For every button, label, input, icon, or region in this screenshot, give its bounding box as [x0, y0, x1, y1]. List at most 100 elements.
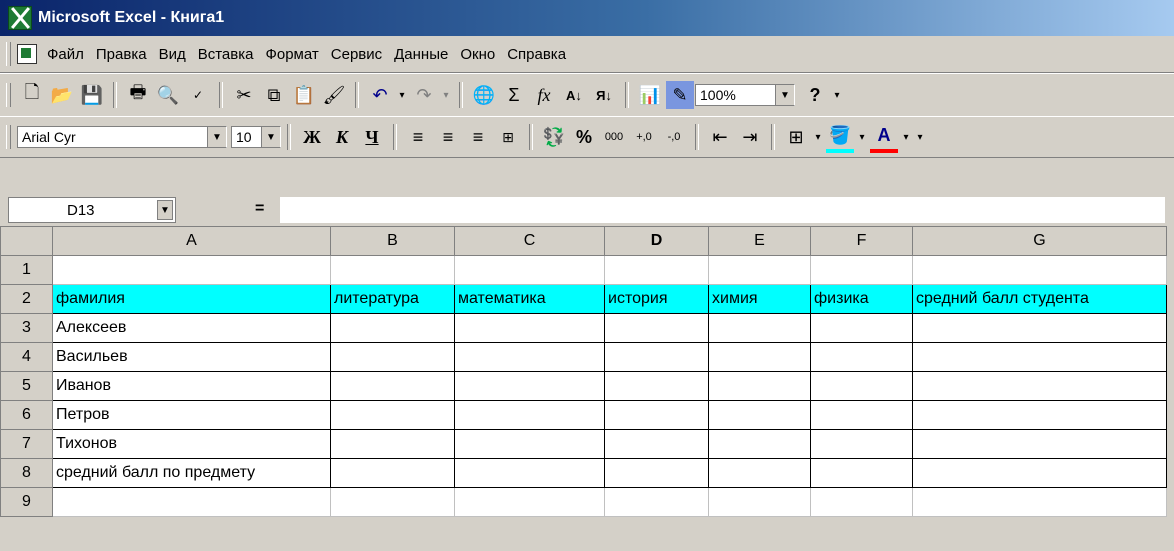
menu-handle[interactable] [6, 42, 11, 66]
cell-f7[interactable] [810, 429, 913, 459]
menu-data[interactable]: Данные [394, 46, 448, 63]
cell-c9[interactable] [454, 487, 605, 517]
menu-view[interactable]: Вид [159, 46, 186, 63]
cell-a9[interactable] [52, 487, 331, 517]
decrease-decimal-icon[interactable]: -,0 [660, 123, 688, 151]
row-header[interactable]: 6 [0, 400, 53, 430]
workbook-icon[interactable] [17, 44, 37, 64]
toolbar-handle[interactable] [6, 83, 11, 107]
italic-icon[interactable]: К [328, 123, 356, 151]
column-header-c[interactable]: C [454, 226, 605, 256]
menu-format[interactable]: Формат [265, 46, 318, 63]
name-box[interactable]: D13 ▼ [8, 197, 176, 223]
increase-indent-icon[interactable]: ⇥ [736, 123, 764, 151]
spelling-icon[interactable]: ✓ [184, 81, 212, 109]
cell-a1[interactable] [52, 255, 331, 285]
help-icon[interactable]: ? [801, 81, 829, 109]
fill-color-dropdown-icon[interactable]: ▾ [856, 123, 868, 151]
row-header[interactable]: 1 [0, 255, 53, 285]
cell-d5[interactable] [604, 371, 709, 401]
cell-b5[interactable] [330, 371, 455, 401]
cell-d6[interactable] [604, 400, 709, 430]
cell-d8[interactable] [604, 458, 709, 488]
column-header-e[interactable]: E [708, 226, 811, 256]
cell-b9[interactable] [330, 487, 455, 517]
cell-c3[interactable] [454, 313, 605, 343]
cell-c1[interactable] [454, 255, 605, 285]
cell-f3[interactable] [810, 313, 913, 343]
cut-icon[interactable]: ✂ [230, 81, 258, 109]
column-header-f[interactable]: F [810, 226, 913, 256]
column-header-b[interactable]: B [330, 226, 455, 256]
select-all-corner[interactable] [0, 226, 53, 256]
toolbar-options-icon[interactable]: ▾ [831, 81, 843, 109]
cell-g3[interactable] [912, 313, 1167, 343]
cell-g6[interactable] [912, 400, 1167, 430]
new-document-icon[interactable]: 🗋 [18, 81, 46, 109]
row-header[interactable]: 9 [0, 487, 53, 517]
cell-c2[interactable]: математика [454, 284, 605, 314]
cell-d4[interactable] [604, 342, 709, 372]
menu-insert[interactable]: Вставка [198, 46, 254, 63]
row-header[interactable]: 8 [0, 458, 53, 488]
cell-e6[interactable] [708, 400, 811, 430]
cell-g1[interactable] [912, 255, 1167, 285]
save-icon[interactable]: 💾 [78, 81, 106, 109]
chart-wizard-icon[interactable]: 📊 [636, 81, 664, 109]
align-left-icon[interactable]: ≡ [404, 123, 432, 151]
borders-icon[interactable]: ⊞ [782, 123, 810, 151]
cell-e9[interactable] [708, 487, 811, 517]
zoom-dropdown-icon[interactable]: ▼ [775, 85, 794, 105]
formula-input[interactable] [280, 197, 1165, 223]
menu-file[interactable]: Файл [47, 46, 84, 63]
print-icon[interactable]: 🖶 [124, 81, 152, 109]
cell-f9[interactable] [810, 487, 913, 517]
cell-a7[interactable]: Тихонов [52, 429, 331, 459]
copy-icon[interactable]: ⧉ [260, 81, 288, 109]
cell-f2[interactable]: физика [810, 284, 913, 314]
merge-center-icon[interactable]: ⊞ [494, 123, 522, 151]
drawing-icon[interactable]: ✎ [666, 81, 694, 109]
menu-edit[interactable]: Правка [96, 46, 147, 63]
format-painter-icon[interactable]: 🖌 [320, 81, 348, 109]
align-center-icon[interactable]: ≡ [434, 123, 462, 151]
column-header-g[interactable]: G [912, 226, 1167, 256]
zoom-combo[interactable]: 100% ▼ [695, 84, 795, 106]
column-header-d[interactable]: D [604, 226, 709, 256]
borders-dropdown-icon[interactable]: ▾ [812, 123, 824, 151]
cell-b2[interactable]: литература [330, 284, 455, 314]
cell-e2[interactable]: химия [708, 284, 811, 314]
cell-a6[interactable]: Петров [52, 400, 331, 430]
align-right-icon[interactable]: ≡ [464, 123, 492, 151]
cell-f4[interactable] [810, 342, 913, 372]
cell-g4[interactable] [912, 342, 1167, 372]
redo-icon[interactable]: ↷ [410, 81, 438, 109]
font-size-dropdown-icon[interactable]: ▼ [261, 127, 280, 147]
cell-c6[interactable] [454, 400, 605, 430]
cell-b7[interactable] [330, 429, 455, 459]
cell-a2[interactable]: фамилия [52, 284, 331, 314]
cell-c4[interactable] [454, 342, 605, 372]
cell-f8[interactable] [810, 458, 913, 488]
cell-a5[interactable]: Иванов [52, 371, 331, 401]
fill-color-icon[interactable]: 🪣 [826, 121, 854, 153]
toolbar-handle[interactable] [6, 125, 11, 149]
row-header[interactable]: 4 [0, 342, 53, 372]
cell-d2[interactable]: история [604, 284, 709, 314]
menu-window[interactable]: Окно [460, 46, 495, 63]
font-color-icon[interactable]: A [870, 121, 898, 153]
autosum-icon[interactable]: Σ [500, 81, 528, 109]
decrease-indent-icon[interactable]: ⇤ [706, 123, 734, 151]
cell-d9[interactable] [604, 487, 709, 517]
menu-tools[interactable]: Сервис [331, 46, 382, 63]
cell-d7[interactable] [604, 429, 709, 459]
cell-b6[interactable] [330, 400, 455, 430]
cell-e4[interactable] [708, 342, 811, 372]
row-header[interactable]: 2 [0, 284, 53, 314]
cell-a8[interactable]: средний балл по предмету [52, 458, 331, 488]
cell-b1[interactable] [330, 255, 455, 285]
name-box-dropdown-icon[interactable]: ▼ [157, 200, 173, 220]
cell-g7[interactable] [912, 429, 1167, 459]
cell-e5[interactable] [708, 371, 811, 401]
column-header-a[interactable]: A [52, 226, 331, 256]
